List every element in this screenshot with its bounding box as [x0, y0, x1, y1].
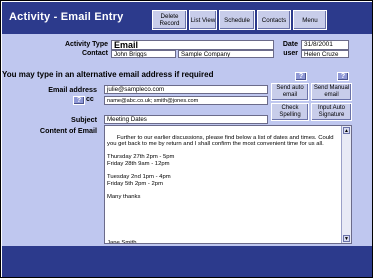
user-label: user — [283, 50, 298, 57]
help-question-button-2[interactable]: ? — [337, 72, 349, 81]
email-address-field[interactable]: julie@sampleco.com — [104, 85, 268, 94]
window: Activity - Email Entry Delete Record Lis… — [0, 0, 373, 278]
contact-name-field[interactable]: John Briggs — [111, 50, 176, 58]
contact-label: Contact — [81, 50, 108, 57]
subject-field[interactable]: Meeting Dates — [104, 115, 268, 124]
alternative-email-help-text: You may type in an alternative email add… — [2, 70, 214, 79]
date-label: Date — [282, 41, 298, 48]
content-of-email-label: Content of Email — [39, 126, 97, 135]
input-auto-signature-button[interactable]: Input Auto Signature — [311, 103, 352, 121]
scroll-up-arrow-icon[interactable]: ▲ — [343, 127, 350, 134]
contacts-button[interactable]: Contacts — [257, 10, 291, 30]
email-content-text: Further to our earlier discussions, plea… — [107, 134, 334, 244]
send-auto-email-button[interactable]: Send auto email — [271, 83, 309, 101]
activity-type-field[interactable]: Email — [111, 40, 274, 50]
menu-button[interactable]: Menu — [293, 10, 327, 30]
content-scrollbar[interactable]: ▲ ▼ — [341, 126, 351, 243]
footer-bar — [2, 246, 372, 277]
send-manual-email-button[interactable]: Send Manual email — [311, 83, 352, 101]
activity-type-label: Activity Type — [64, 41, 108, 48]
scroll-down-arrow-icon[interactable]: ▼ — [343, 235, 350, 242]
cc-field[interactable]: name@abc.co.uk; smith@jones.com — [104, 96, 268, 105]
subject-label: Subject — [71, 115, 97, 124]
list-view-button[interactable]: List View — [189, 10, 217, 30]
user-field[interactable]: Helen Cruze — [301, 50, 349, 58]
email-entry-form: Activity Type Email Date 31/8/2001 Conta… — [2, 34, 372, 246]
delete-record-button[interactable]: Delete Record — [152, 10, 187, 30]
cc-label: cc — [86, 96, 94, 103]
header-bar: Activity - Email Entry Delete Record Lis… — [2, 2, 372, 34]
email-address-label: Email address — [48, 85, 97, 94]
date-field[interactable]: 31/8/2001 — [301, 40, 349, 50]
schedule-button[interactable]: Schedule — [219, 10, 255, 30]
page-title: Activity - Email Entry — [9, 11, 124, 23]
email-content-textarea[interactable]: Further to our earlier discussions, plea… — [104, 125, 352, 244]
contact-company-field[interactable]: Sample Company — [178, 50, 274, 58]
check-spelling-button[interactable]: Check Spelling — [271, 103, 309, 121]
help-question-button-1[interactable]: ? — [295, 72, 307, 81]
cc-help-button[interactable]: ? — [73, 96, 85, 105]
